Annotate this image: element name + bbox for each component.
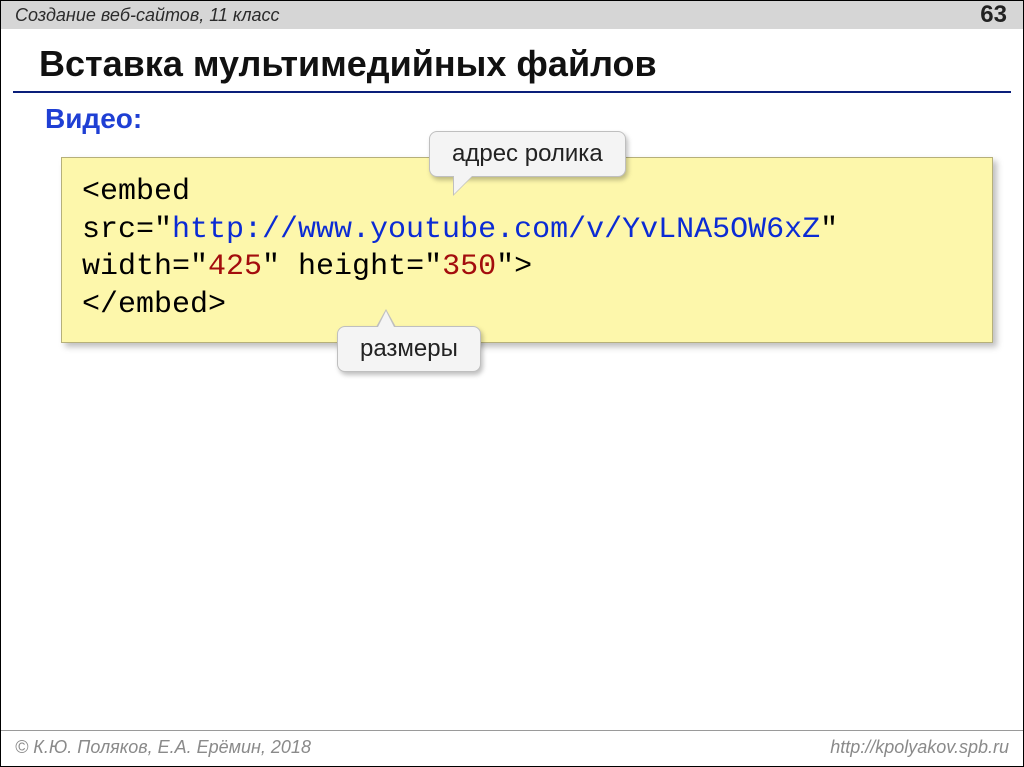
code-text: src=" xyxy=(82,213,172,247)
code-text: <embed xyxy=(82,175,190,209)
code-text: width=" xyxy=(82,250,208,284)
page-title: Вставка мультимедийных файлов xyxy=(39,43,1023,85)
code-text: " xyxy=(820,213,838,247)
page-number: 63 xyxy=(980,1,1007,29)
code-height-value: 350 xyxy=(442,250,496,284)
code-text: "> xyxy=(496,250,532,284)
footer-url: http://kpolyakov.spb.ru xyxy=(830,737,1009,758)
top-bar: Создание веб-сайтов, 11 класс 63 xyxy=(1,1,1023,29)
code-url: http://www.youtube.com/v/YvLNA5OW6xZ xyxy=(172,213,820,247)
topic-label: Создание веб-сайтов, 11 класс xyxy=(15,5,280,25)
callout-address: адрес ролика xyxy=(429,131,626,177)
copyright: © К.Ю. Поляков, Е.А. Ерёмин, 2018 xyxy=(15,737,311,758)
footer: © К.Ю. Поляков, Е.А. Ерёмин, 2018 http:/… xyxy=(1,730,1023,766)
code-width-value: 425 xyxy=(208,250,262,284)
title-rule xyxy=(13,91,1011,93)
callout-label: адрес ролика xyxy=(452,140,603,167)
callout-sizes: размеры xyxy=(337,326,481,372)
slide: Создание веб-сайтов, 11 класс 63 Вставка… xyxy=(0,0,1024,767)
code-text: </embed> xyxy=(82,288,226,322)
callout-label: размеры xyxy=(360,335,458,362)
code-block: <embed src="http://www.youtube.com/v/YvL… xyxy=(61,157,993,343)
code-text: " height=" xyxy=(262,250,442,284)
